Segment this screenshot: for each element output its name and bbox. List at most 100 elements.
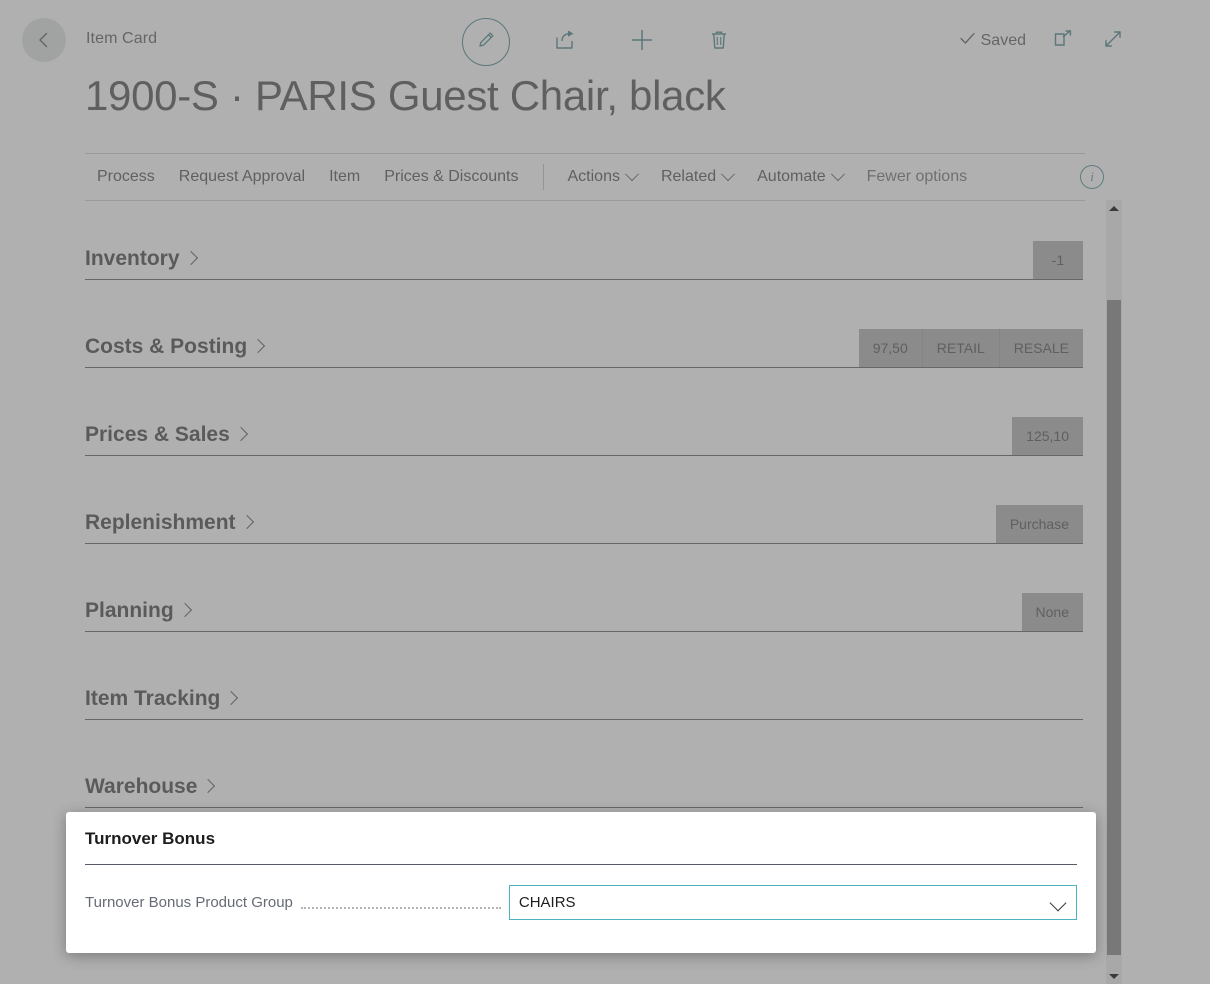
section-header[interactable]: Costs & Posting — [85, 335, 263, 359]
section-warehouse[interactable]: Warehouse — [85, 733, 1083, 821]
ribbon-item-automate[interactable]: Automate — [745, 154, 854, 200]
vertical-scrollbar[interactable] — [1106, 200, 1122, 984]
section-header[interactable]: Item Tracking — [85, 687, 236, 711]
section-divider — [85, 807, 1083, 808]
status-and-window-controls: Saved — [959, 28, 1126, 54]
section-title: Replenishment — [85, 511, 236, 535]
save-status-label: Saved — [981, 32, 1026, 50]
status-badge: RETAIL — [922, 329, 999, 367]
section-replenishment[interactable]: Replenishment Purchase — [85, 469, 1083, 557]
ribbon-item-fewer-options[interactable]: Fewer options — [855, 154, 980, 200]
plus-icon — [629, 27, 655, 58]
chevron-right-icon — [178, 603, 192, 617]
section-badges: Purchase — [996, 505, 1083, 543]
turnover-bonus-product-group-row: Turnover Bonus Product Group CHAIRS — [85, 884, 1077, 920]
status-badge: None — [1022, 593, 1083, 631]
edit-button[interactable] — [462, 18, 510, 66]
section-planning[interactable]: Planning None — [85, 557, 1083, 645]
section-header[interactable]: Inventory — [85, 247, 196, 271]
ribbon-item-item[interactable]: Item — [317, 154, 372, 200]
scroll-up-arrow-icon — [1109, 206, 1119, 211]
save-status: Saved — [959, 30, 1026, 52]
section-title: Item Tracking — [85, 687, 220, 711]
ribbon-label: Actions — [568, 168, 620, 186]
ribbon-item-actions[interactable]: Actions — [556, 154, 649, 200]
section-header[interactable]: Warehouse — [85, 775, 213, 799]
ribbon-label: Process — [97, 168, 155, 186]
section-costs-and-posting[interactable]: Costs & Posting 97,50 RETAIL RESALE — [85, 293, 1083, 381]
section-badges: -1 — [1033, 241, 1083, 279]
dialog-title-divider — [85, 864, 1077, 865]
status-badge: RESALE — [999, 329, 1083, 367]
chevron-right-icon — [234, 427, 248, 441]
section-divider — [85, 455, 1083, 456]
status-badge: -1 — [1033, 241, 1083, 279]
expand-diagonal-icon — [1102, 28, 1124, 55]
section-header[interactable]: Prices & Sales — [85, 423, 246, 447]
ribbon-label: Item — [329, 168, 360, 186]
chevron-right-icon — [251, 339, 265, 353]
command-buttons — [462, 18, 741, 66]
info-glyph: i — [1090, 169, 1094, 185]
chevron-down-icon[interactable] — [1050, 894, 1067, 911]
item-card-page: Item Card — [0, 0, 1210, 984]
section-divider — [85, 367, 1083, 368]
checkmark-icon — [959, 30, 976, 52]
share-icon — [553, 28, 577, 57]
scroll-down-button[interactable] — [1106, 968, 1122, 984]
section-badges: 125,10 — [1012, 417, 1083, 455]
section-inventory[interactable]: Inventory -1 — [85, 205, 1083, 293]
section-title: Costs & Posting — [85, 335, 247, 359]
section-prices-and-sales[interactable]: Prices & Sales 125,10 — [85, 381, 1083, 469]
top-command-bar: Item Card — [0, 0, 1210, 78]
status-badge: Purchase — [996, 505, 1083, 543]
fastbar-section-list: Inventory -1 Costs & Posting 97,50 RETAI… — [85, 205, 1083, 821]
turnover-bonus-product-group-input[interactable]: CHAIRS — [509, 885, 1077, 920]
section-divider — [85, 631, 1083, 632]
open-in-new-window-icon — [1052, 28, 1074, 55]
action-ribbon: Process Request Approval Item Prices & D… — [85, 153, 1085, 201]
pencil-icon — [475, 29, 497, 56]
ribbon-item-request-approval[interactable]: Request Approval — [167, 154, 317, 200]
open-in-new-window-button[interactable] — [1050, 28, 1076, 54]
scrollbar-thumb[interactable] — [1107, 300, 1121, 955]
chevron-down-icon — [831, 167, 845, 181]
new-button[interactable] — [620, 20, 664, 64]
section-header[interactable]: Replenishment — [85, 511, 252, 535]
delete-button[interactable] — [697, 20, 741, 64]
share-button[interactable] — [543, 20, 587, 64]
info-icon[interactable]: i — [1080, 165, 1104, 189]
ribbon-item-related[interactable]: Related — [649, 154, 745, 200]
scroll-up-button[interactable] — [1106, 200, 1122, 216]
ribbon-label: Fewer options — [867, 168, 968, 186]
field-label: Turnover Bonus Product Group — [85, 894, 293, 911]
chevron-right-icon — [224, 691, 238, 705]
section-title: Inventory — [85, 247, 180, 271]
dialog-title: Turnover Bonus — [85, 829, 215, 849]
expand-button[interactable] — [1100, 28, 1126, 54]
chevron-down-icon — [625, 167, 639, 181]
section-badges: 97,50 RETAIL RESALE — [859, 329, 1083, 367]
ribbon-label: Automate — [757, 168, 825, 186]
turnover-bonus-dialog: Turnover Bonus Turnover Bonus Product Gr… — [66, 812, 1096, 953]
chevron-down-icon — [721, 167, 735, 181]
section-title: Planning — [85, 599, 174, 623]
ribbon-label: Related — [661, 168, 716, 186]
page-kind-label: Item Card — [86, 30, 157, 48]
section-item-tracking[interactable]: Item Tracking — [85, 645, 1083, 733]
ribbon-label: Prices & Discounts — [384, 168, 518, 186]
scroll-down-arrow-icon — [1109, 974, 1119, 979]
status-badge: 125,10 — [1012, 417, 1083, 455]
section-divider — [85, 279, 1083, 280]
ribbon-item-process[interactable]: Process — [85, 154, 167, 200]
ribbon-item-prices-and-discounts[interactable]: Prices & Discounts — [372, 154, 530, 200]
page-title: 1900-S · PARIS Guest Chair, black — [85, 72, 726, 120]
section-title: Warehouse — [85, 775, 197, 799]
trash-icon — [707, 28, 731, 57]
back-button[interactable] — [22, 18, 66, 62]
section-header[interactable]: Planning — [85, 599, 190, 623]
section-badges: None — [1022, 593, 1083, 631]
dotted-leader — [301, 906, 501, 909]
status-badge: 97,50 — [859, 329, 922, 367]
section-title: Prices & Sales — [85, 423, 230, 447]
